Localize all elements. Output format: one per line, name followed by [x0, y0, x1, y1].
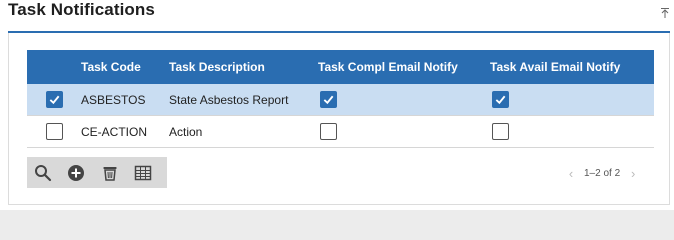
avail-email-notify-checkbox[interactable]	[492, 91, 509, 108]
table-row[interactable]: ASBESTOS State Asbestos Report	[27, 84, 654, 116]
compl-email-notify-checkbox[interactable]	[320, 123, 337, 140]
table-row[interactable]: CE-ACTION Action	[27, 116, 654, 148]
header-task-code[interactable]: Task Code	[81, 50, 169, 84]
columns-icon	[134, 165, 151, 180]
grid-header: Task Code Task Description Task Compl Em…	[27, 50, 654, 84]
grid-toolbar	[27, 157, 167, 188]
checkmark-icon	[495, 95, 506, 105]
delete-button[interactable]	[101, 157, 134, 188]
cell-task-description: Action	[169, 124, 203, 139]
cell-task-code: CE-ACTION	[81, 124, 147, 139]
checkmark-icon	[323, 95, 334, 105]
chevron-right-icon[interactable]: ›	[624, 166, 642, 181]
task-notifications-panel: Task Notifications Task Code Task Descri…	[0, 0, 674, 210]
add-icon	[68, 164, 85, 181]
header-task-avail-email-notify[interactable]: Task Avail Email Notify	[490, 50, 654, 84]
collapse-up-icon[interactable]	[658, 7, 672, 21]
chevron-left-icon[interactable]: ‹	[562, 166, 580, 181]
task-notifications-grid: Task Code Task Description Task Compl Em…	[27, 50, 654, 148]
pager-range: 1–2 of 2	[584, 168, 621, 179]
avail-email-notify-checkbox[interactable]	[492, 123, 509, 140]
panel-title: Task Notifications	[8, 0, 155, 19]
row-select-checkbox[interactable]	[45, 91, 63, 108]
columns-button[interactable]	[134, 157, 167, 188]
pager: ‹ 1–2 of 2 ›	[562, 166, 642, 181]
delete-icon	[103, 166, 116, 181]
header-select-column	[27, 50, 81, 84]
header-task-compl-email-notify[interactable]: Task Compl Email Notify	[318, 50, 490, 84]
cell-task-description: State Asbestos Report	[169, 92, 289, 107]
checkmark-icon	[49, 95, 59, 105]
search-icon	[35, 164, 52, 181]
header-task-description[interactable]: Task Description	[169, 50, 318, 84]
add-button[interactable]	[67, 157, 100, 188]
search-button[interactable]	[34, 157, 67, 188]
compl-email-notify-checkbox[interactable]	[320, 91, 337, 108]
cell-task-code: ASBESTOS	[81, 92, 146, 107]
row-select-checkbox[interactable]	[45, 123, 63, 140]
